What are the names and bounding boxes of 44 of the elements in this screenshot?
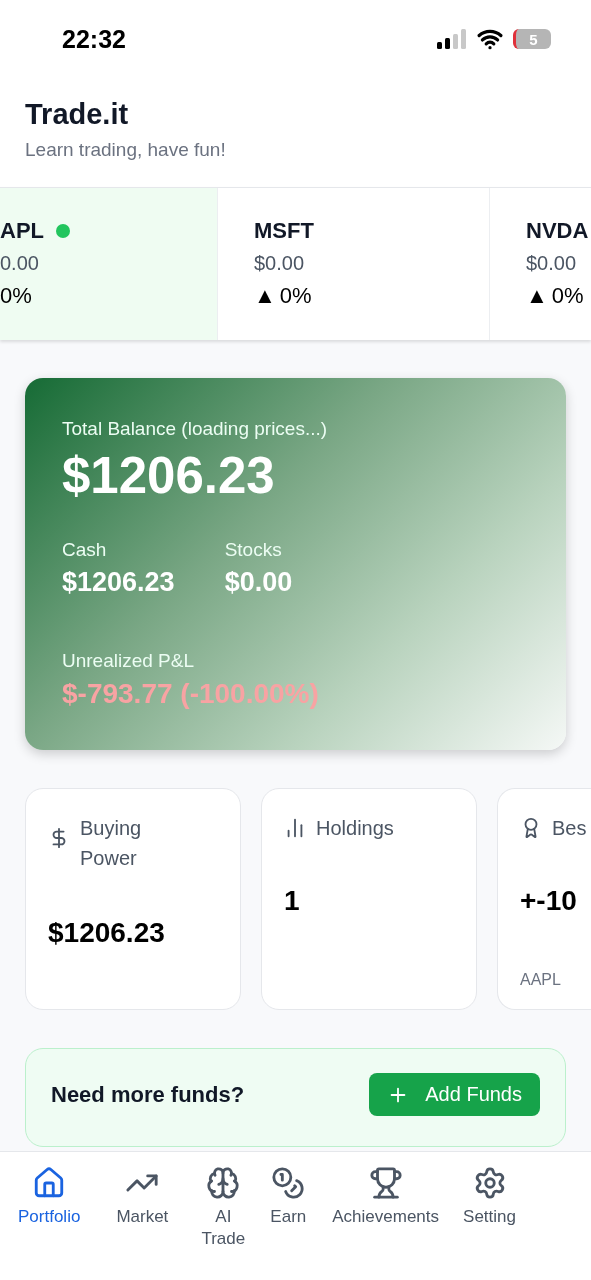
stat-note: AAPL [520,971,562,989]
pnl-label: Unrealized P&L [62,650,196,672]
ticker-price: $0.00 [254,252,306,275]
ticker-card[interactable]: MSFT $0.00 ▲ 0% [218,188,490,340]
nav-tab[interactable]: Achievements [332,1166,440,1228]
balance-part-label: Stocks [224,539,283,561]
ticker-price: 0.00 [0,252,40,275]
status-time: 22:32 [62,24,126,54]
funds-text: Need more funds? [51,1081,245,1108]
brain-icon [206,1166,241,1200]
nav-tab[interactable]: AI Trade [198,1166,249,1250]
up-arrow: ▲ [254,283,276,309]
balance-part-value: $1206.23 [62,567,175,598]
balance-part-label: Cash [62,539,108,561]
ticker-price: $0.00 [526,252,578,275]
balance-total: $1206.23 [62,446,276,505]
ticker-change: 0% [551,283,584,309]
battery-level: 5 [513,29,551,49]
pnl-value: $-793.77 (-100.00%) [62,678,320,710]
stat-label: Holdings [316,816,395,841]
stat-value: $1206.23 [48,917,166,949]
ticker-symbol: APL [0,218,44,244]
ticker-card[interactable]: APL 0.00 0% [0,188,218,340]
ticker-symbol: MSFT [254,218,314,244]
nav-tab[interactable]: Earn [270,1166,307,1228]
balance-part-value: $0.00 [224,567,293,598]
up-arrow: ▲ [526,283,548,309]
ticker-symbol: NVDA [526,218,589,244]
nav-tab[interactable]: Market [116,1166,169,1228]
coins-icon [271,1166,306,1200]
balance-label: Total Balance (loading prices...) [62,418,329,440]
trophy-icon [368,1166,403,1200]
stat-label: Buying Power [80,816,143,871]
signal-icon [437,29,467,49]
nav-tab[interactable]: Setting [463,1166,516,1228]
stat-label: Bes [552,816,588,841]
app-subtitle: Learn trading, have fun! [25,139,227,161]
stat-value: 1 [284,885,301,917]
stat-value: +-10 [520,885,578,917]
ticker-change: 0% [279,283,312,309]
ticker-card[interactable]: NVDA $0.00 ▲ 0% [490,188,591,340]
nav-tab[interactable]: Portfolio [18,1166,81,1228]
ticker-change: 0% [0,283,32,309]
app-title: Trade.it [25,98,130,131]
